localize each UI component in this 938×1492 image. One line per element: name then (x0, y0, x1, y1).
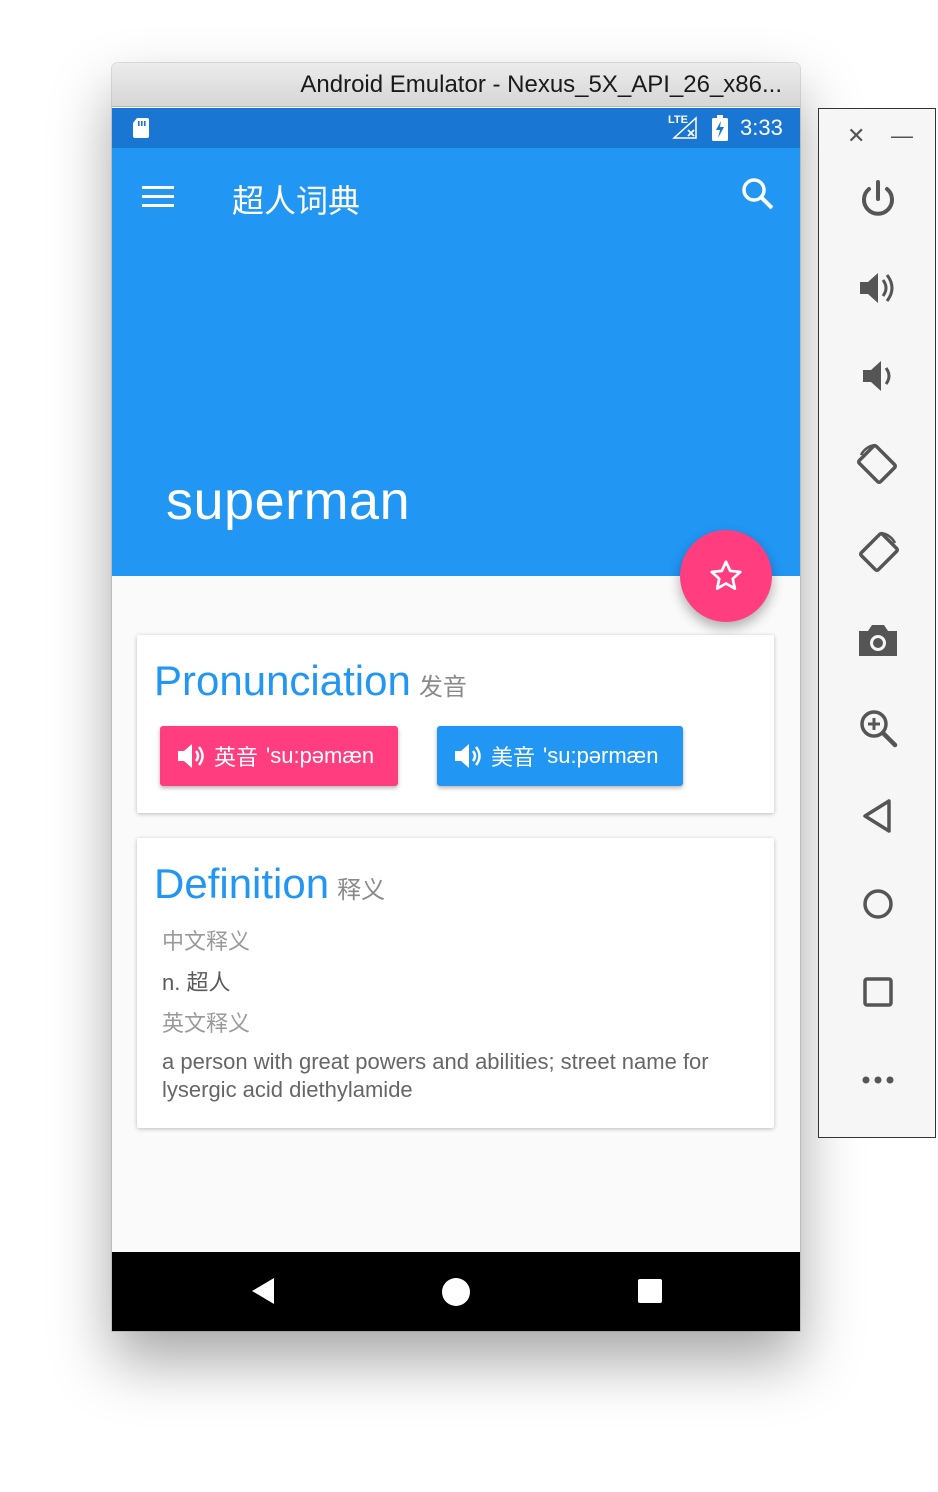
app-bar: 超人词典 superman (112, 148, 800, 576)
volume-icon (178, 744, 204, 768)
menu-icon[interactable] (140, 178, 176, 214)
pronunciation-title: Pronunciation (154, 657, 411, 704)
clock: 3:33 (740, 115, 783, 140)
side-home-button[interactable] (855, 881, 901, 927)
rotate-left-button[interactable] (855, 441, 901, 487)
chinese-definition-text: n. 超人 (162, 970, 231, 995)
status-bar: LTE 3:33 (112, 108, 800, 148)
definition-subtitle: 释义 (337, 876, 386, 904)
sd-card-icon (133, 118, 149, 138)
uk-label: 英音 (214, 746, 259, 771)
window-titlebar[interactable]: Android Emulator - Nexus_5X_API_26_x86..… (112, 63, 800, 107)
camera-icon (859, 625, 897, 656)
emulator-toolbar: ✕ — (818, 108, 936, 1138)
home-icon (863, 889, 893, 919)
definition-heading: Definition 释义 (154, 860, 385, 908)
volume-icon (455, 744, 481, 768)
power-button[interactable] (855, 177, 901, 223)
app-title: 超人词典 (232, 182, 361, 220)
window-title: Android Emulator - Nexus_5X_API_26_x86..… (300, 70, 782, 98)
search-icon[interactable] (740, 176, 776, 212)
us-phonetic: 'su:pərmæn (543, 743, 659, 768)
pronunciation-subtitle: 发音 (418, 673, 467, 701)
zoom-button[interactable] (855, 705, 901, 751)
overview-icon (863, 977, 893, 1007)
more-button[interactable] (855, 1057, 901, 1103)
signal-icon (672, 116, 697, 139)
english-definition-text: a person with great powers and abilities… (162, 1049, 709, 1102)
us-pronunciation-button[interactable]: 美音 'su:pərmæn (437, 726, 683, 786)
favorite-button[interactable] (680, 530, 772, 622)
english-definition-label: 英文释义 (162, 1012, 251, 1037)
definition-title: Definition (154, 860, 330, 907)
zoom-icon (860, 710, 898, 748)
us-label: 美音 (491, 746, 536, 771)
chinese-definition-label: 中文释义 (162, 930, 251, 955)
close-icon[interactable]: ✕ (847, 123, 865, 149)
side-back-button[interactable] (855, 793, 901, 839)
rotate-left-icon (856, 443, 898, 485)
navigation-bar (112, 1252, 800, 1331)
side-overview-button[interactable] (855, 969, 901, 1015)
back-icon (863, 799, 891, 833)
overview-icon[interactable] (638, 1279, 662, 1303)
star-icon (710, 560, 742, 590)
minimize-icon[interactable]: — (891, 123, 913, 149)
uk-phonetic: 'su:pəmæn (266, 743, 375, 768)
emulator-window: Android Emulator - Nexus_5X_API_26_x86..… (112, 63, 800, 1331)
definition-card: Definition 释义 中文释义 n. 超人 英文释义 a person wi… (137, 838, 774, 1128)
volume-up-icon (860, 273, 894, 303)
uk-pronunciation-button[interactable]: 英音 'su:pəmæn (160, 726, 398, 786)
home-icon[interactable] (442, 1278, 470, 1306)
rotate-right-icon (858, 531, 900, 573)
rotate-right-button[interactable] (855, 529, 901, 575)
pronunciation-heading: Pronunciation 发音 (154, 657, 467, 705)
more-icon (862, 1076, 894, 1084)
screenshot-button[interactable] (855, 617, 901, 663)
word-title: superman (166, 471, 411, 531)
battery-charging-icon (712, 115, 728, 141)
power-icon (862, 180, 894, 216)
volume-down-button[interactable] (855, 353, 901, 399)
volume-down-icon (863, 361, 891, 391)
back-icon[interactable] (248, 1276, 278, 1306)
pronunciation-card: Pronunciation 发音 英音 'su:pəmæn 美音 'su:pərm… (137, 635, 774, 813)
volume-up-button[interactable] (855, 265, 901, 311)
